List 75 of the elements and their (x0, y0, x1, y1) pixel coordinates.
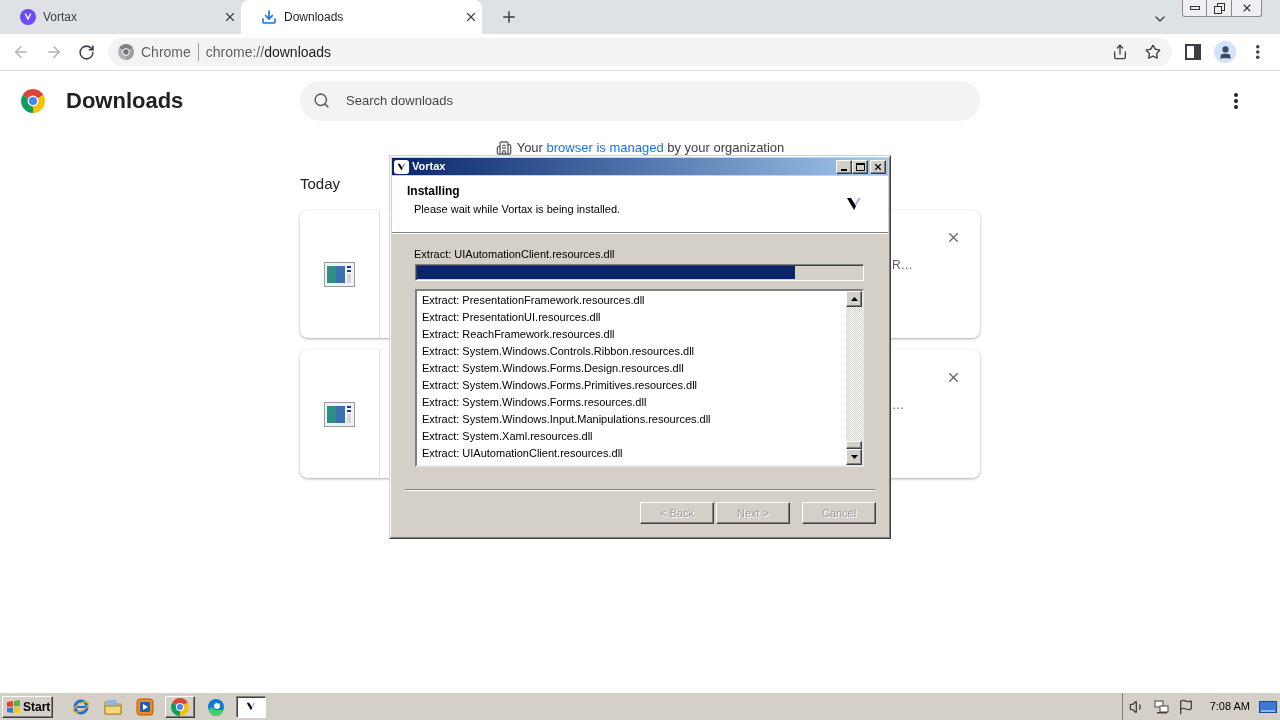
managed-link[interactable]: browser is managed (546, 140, 664, 155)
status-text: Extract: UIAutomationClient.resources.dll (414, 248, 615, 261)
share-button[interactable] (1111, 43, 1129, 61)
flag-icon (1177, 698, 1194, 715)
site-chip-label: Chrome (141, 42, 191, 62)
browser-logo-icon (206, 697, 225, 716)
download-icon (261, 9, 277, 25)
app-logo-icon (20, 9, 36, 25)
share-icon (1112, 44, 1128, 60)
page-title: Downloads (66, 87, 184, 115)
avatar-icon (1214, 41, 1236, 63)
desktop-icon (1259, 700, 1277, 713)
quick-launch-button[interactable] (133, 695, 156, 718)
managed-notice: Your browser is managed by your organization (516, 141, 785, 155)
close-icon (223, 10, 237, 24)
log-line: Extract: ReachFramework.resources.dll (422, 327, 615, 342)
browser-e-icon (71, 697, 90, 716)
browser-tab[interactable]: Vortax (0, 0, 241, 34)
log-line: Extract: PresentationFramework.resources.dll (422, 293, 645, 308)
logo-icon (846, 197, 862, 211)
triangle-down-icon (850, 455, 858, 459)
media-player-icon (135, 697, 154, 716)
forward-arrow-icon (45, 43, 63, 61)
log-line: Extract: UIAutomationClient.resources.dll (422, 446, 623, 461)
side-panel-icon (1185, 44, 1201, 60)
dialog-heading: Installing (407, 184, 460, 198)
address-bar[interactable]: Chrome chrome://downloads (108, 38, 1172, 66)
folder-icon (103, 698, 122, 715)
close-icon (464, 10, 478, 24)
section-heading: Today (300, 175, 341, 193)
chrome-logo-icon (171, 697, 189, 716)
app-logo-icon (394, 159, 409, 174)
log-line: Extract: System.Windows.Forms.Design.resources.dll (422, 361, 684, 376)
url-text: chrome://downloads (205, 42, 332, 62)
star-icon (1145, 44, 1161, 60)
menu-icon (1234, 92, 1238, 109)
building-icon (495, 140, 512, 156)
search-field[interactable]: Search downloads (300, 80, 980, 121)
file-icon (324, 261, 355, 287)
log-line: Extract: System.Windows.Controls.Ribbon.resources.dll (422, 344, 695, 359)
file-name-fragment: R… (892, 257, 913, 274)
network-icon (1153, 698, 1170, 715)
minimize-icon (1189, 6, 1200, 10)
dialog-subheading: Please wait while Vortax is being installed. (414, 203, 621, 216)
search-icon (313, 91, 330, 109)
log-line: Extract: System.Windows.Input.Manipulations.resources.dll (422, 412, 711, 427)
start-button[interactable]: Start (2, 695, 53, 718)
close-icon (873, 161, 883, 172)
plus-icon (500, 8, 518, 26)
clock: 7:08 AM (1209, 699, 1250, 715)
menu-icon (1256, 45, 1260, 59)
log-line: Extract: PresentationUI.resources.dll (422, 310, 601, 325)
close-button[interactable] (870, 159, 886, 174)
log-line: Extract: System.Windows.Forms.Primitives.resources.dll (422, 378, 698, 393)
log-line: Extract: System.Xaml.resources.dll (422, 429, 593, 444)
log-line: Extract: System.Windows.Forms.resources.dll (422, 395, 647, 410)
scroll-up-button[interactable] (846, 291, 862, 307)
chrome-logo-icon (21, 88, 45, 113)
app-logo-icon (246, 702, 256, 711)
triangle-up-icon (850, 297, 858, 301)
bookmark-button[interactable] (1144, 43, 1162, 61)
window-title: Vortax (412, 159, 446, 175)
maximize-icon (855, 162, 865, 171)
windows-flag-icon (6, 699, 21, 714)
file-name-fragment: … (892, 397, 904, 414)
scroll-down-button[interactable] (846, 449, 862, 465)
show-desktop-button[interactable] (1258, 698, 1278, 715)
reload-icon (77, 43, 95, 61)
minimize-icon (841, 168, 847, 171)
scrollbar-thumb[interactable] (846, 441, 862, 449)
taskbar-window-button[interactable] (236, 695, 266, 718)
chrome-logo-icon (118, 44, 134, 60)
file-icon (324, 401, 355, 427)
browser-tab[interactable]: Downloads (241, 0, 482, 34)
maximize-button[interactable] (852, 159, 868, 174)
